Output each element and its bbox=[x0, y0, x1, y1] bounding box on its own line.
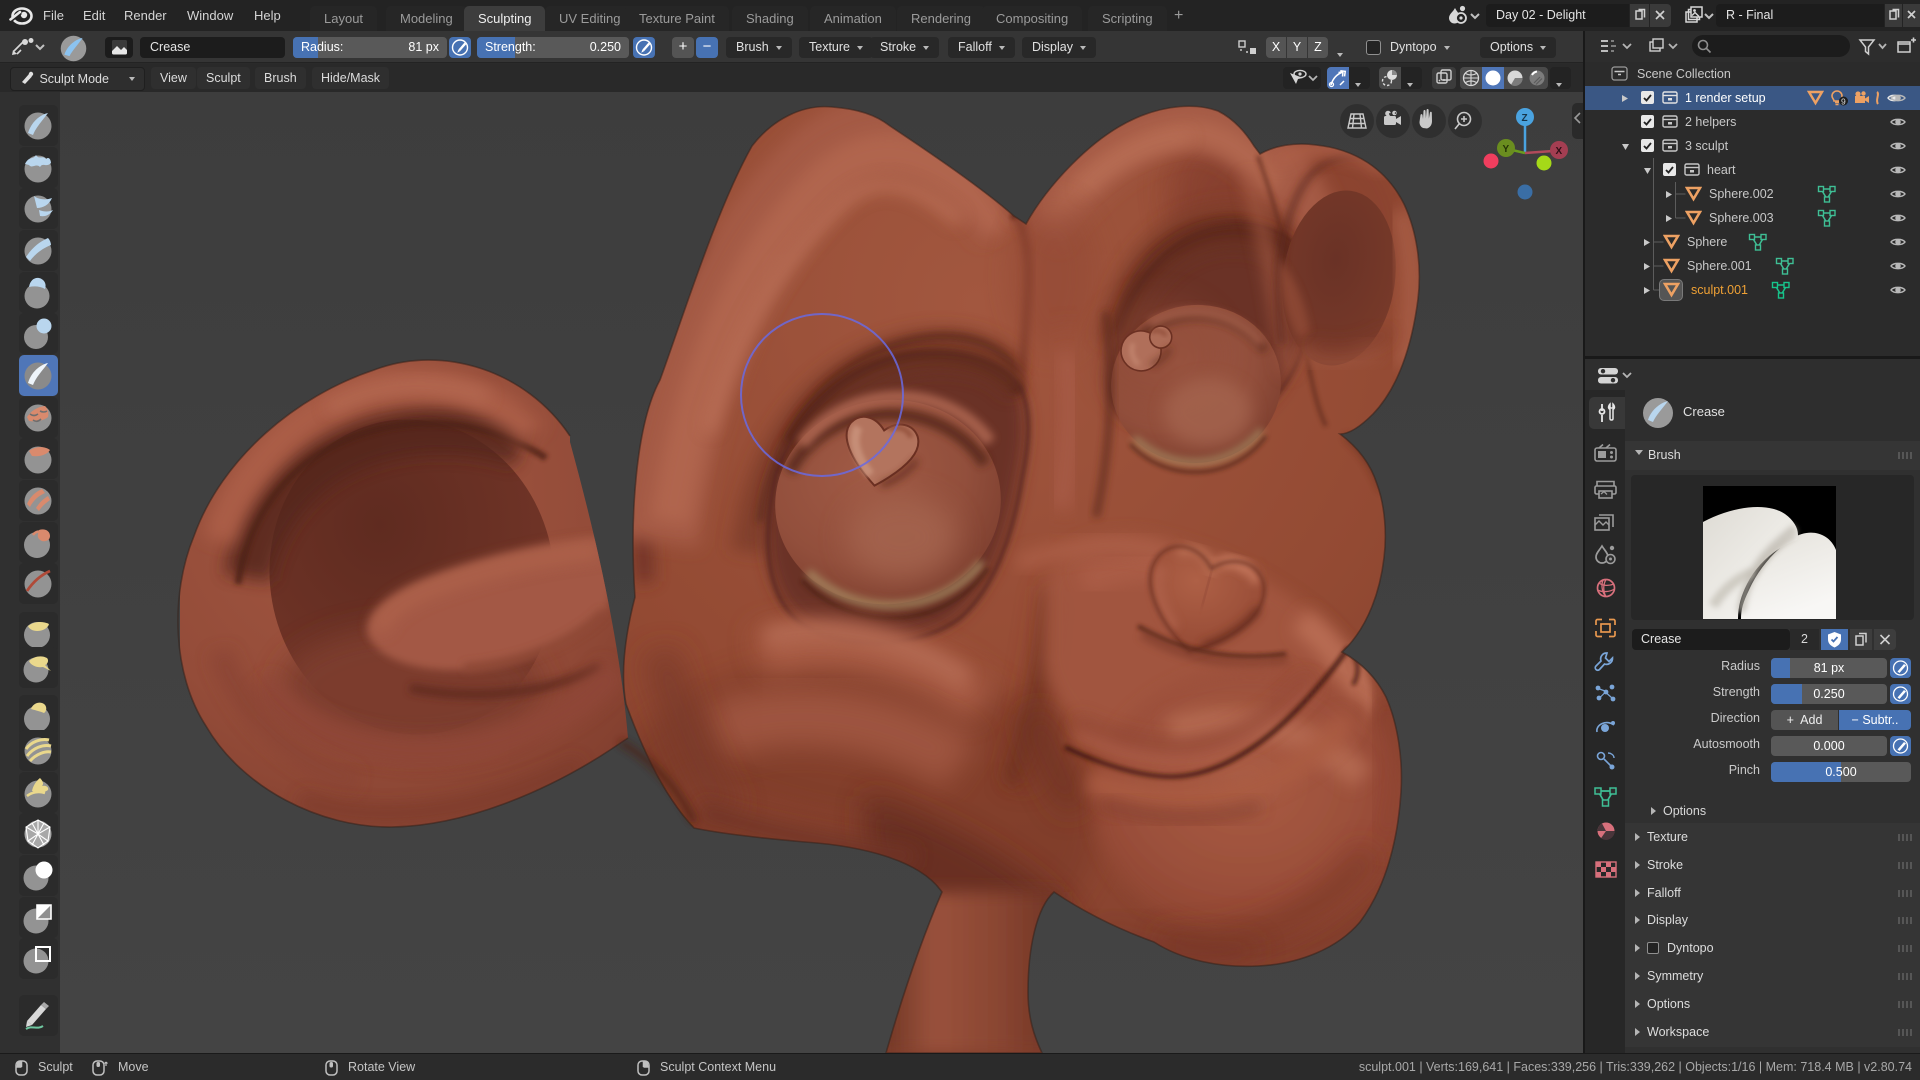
svg-text:X: X bbox=[1556, 146, 1563, 157]
svg-text:Z: Z bbox=[1522, 113, 1528, 124]
svg-text:9: 9 bbox=[1841, 97, 1846, 107]
svg-text:Y: Y bbox=[1503, 144, 1510, 155]
